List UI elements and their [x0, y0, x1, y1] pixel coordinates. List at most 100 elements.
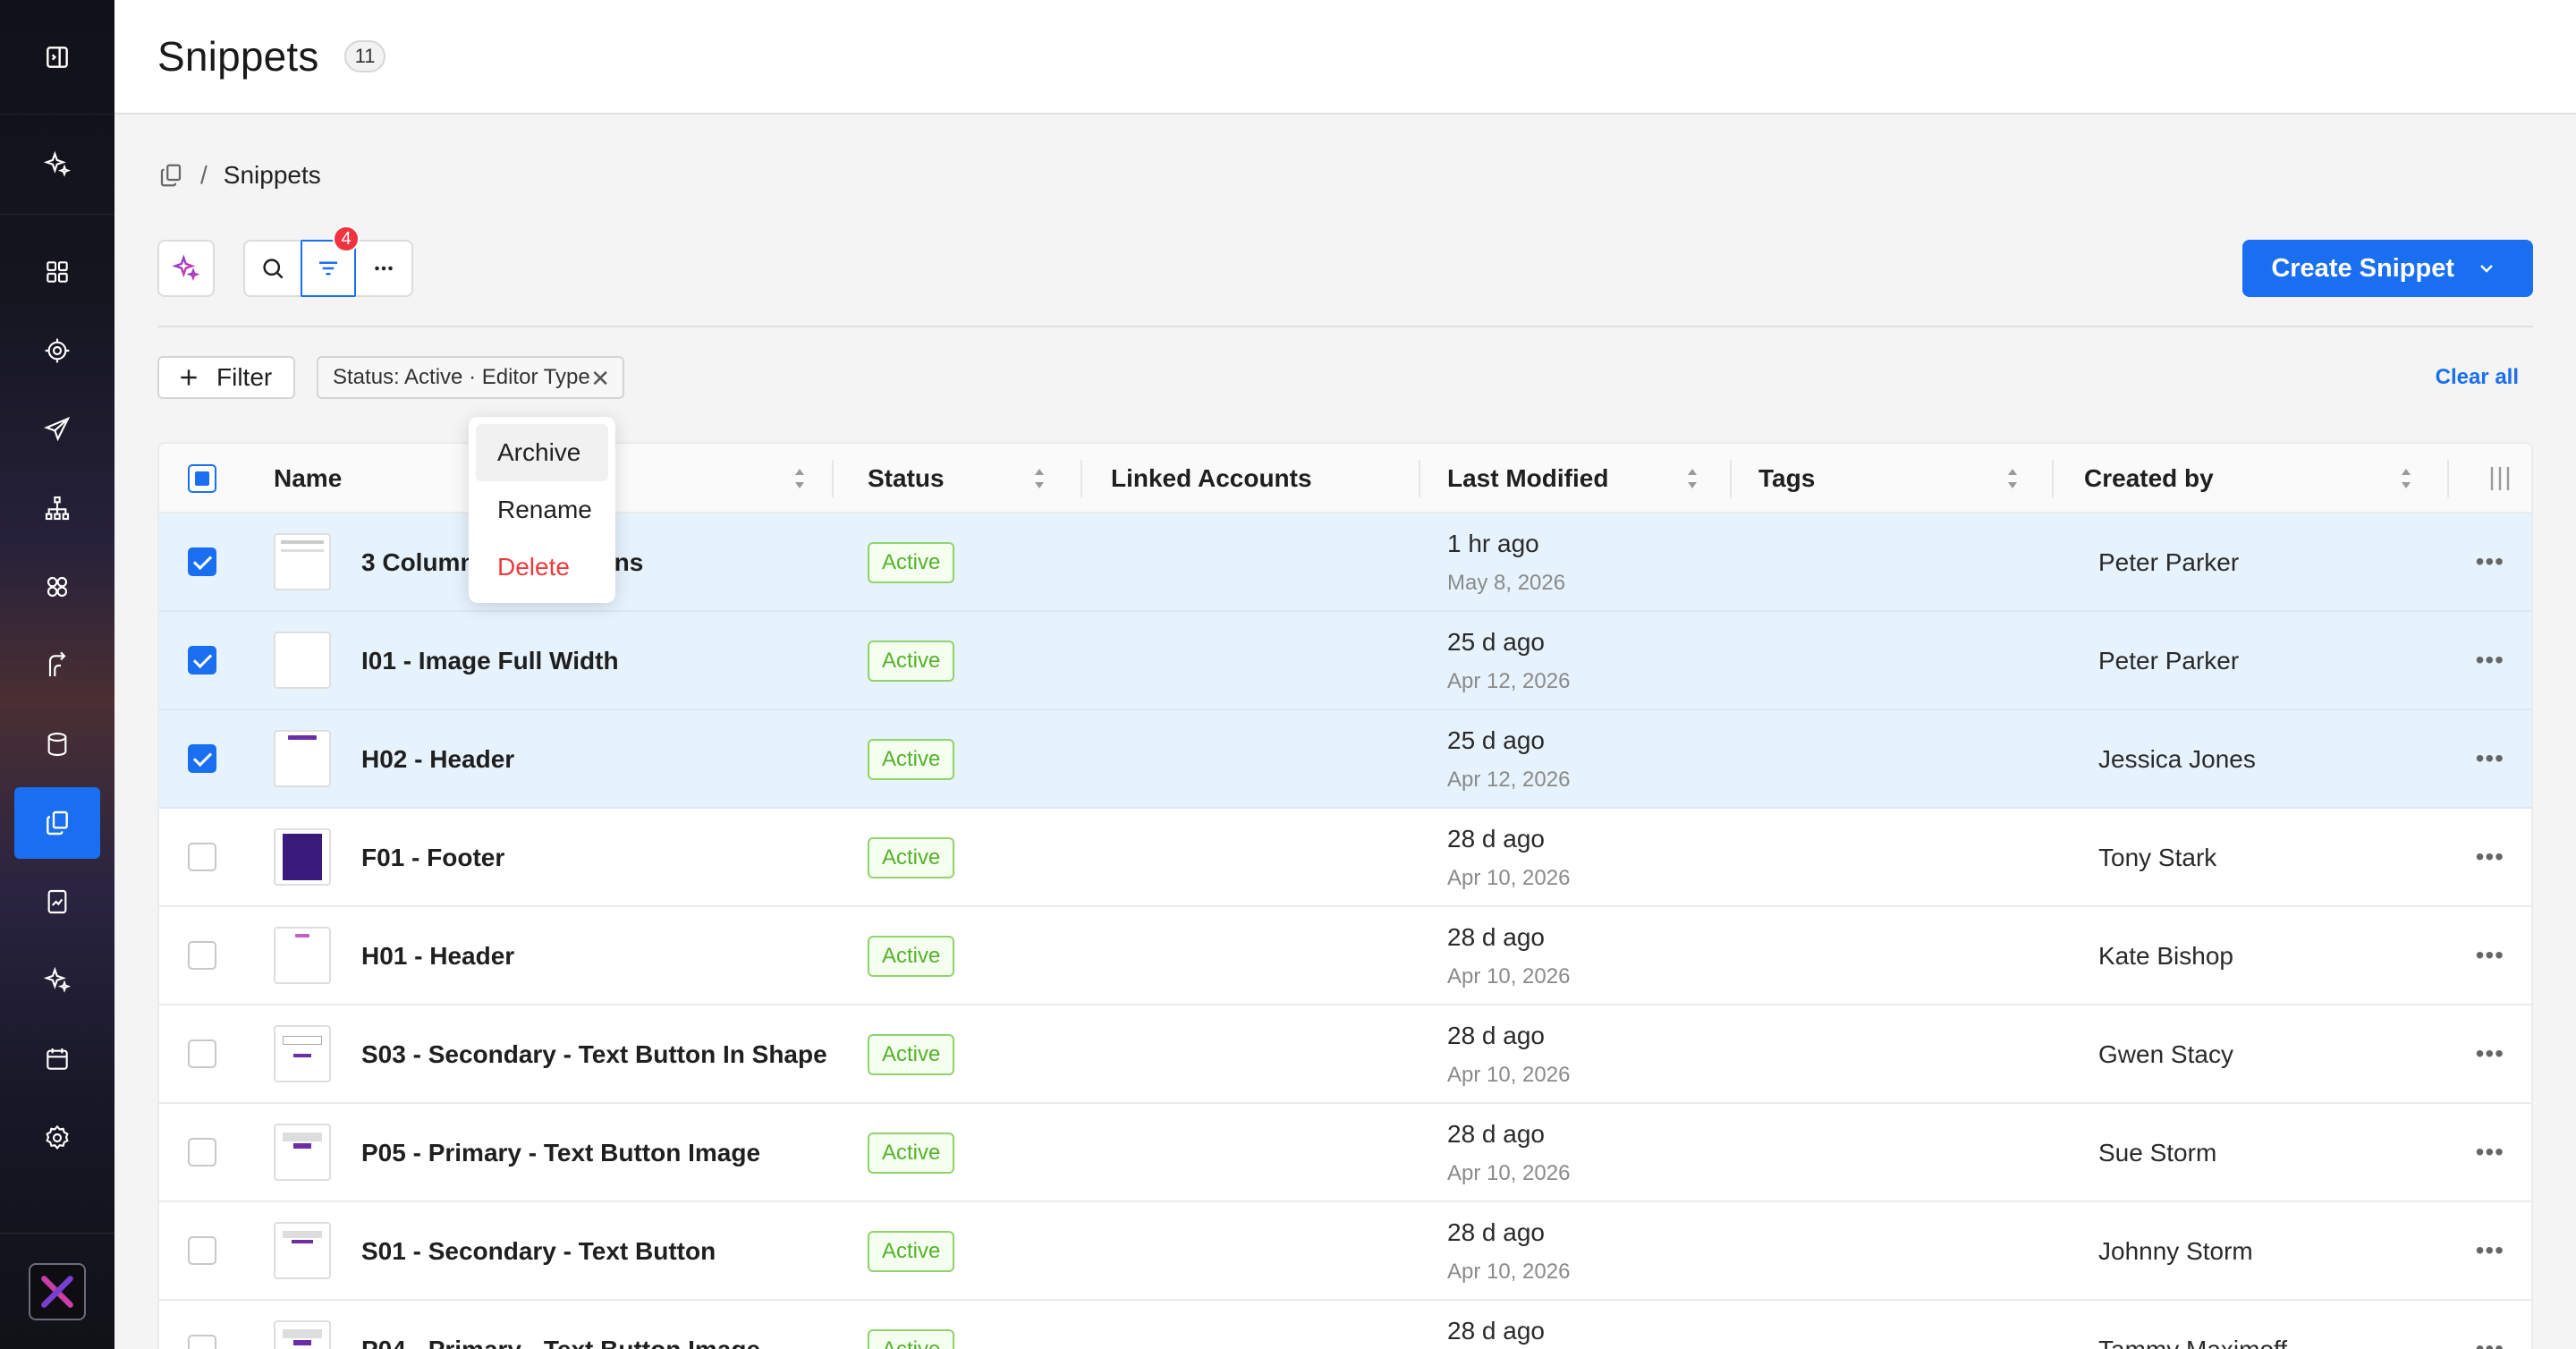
table-row[interactable]: F01 - Footer Active 28 d ago Apr 10, 202… [159, 809, 2531, 907]
row-more-icon[interactable]: ••• [2476, 1138, 2504, 1167]
ai-assist-button[interactable] [157, 240, 215, 297]
settings-icon [46, 1124, 69, 1150]
sort-icon[interactable] [2005, 465, 2020, 492]
created-by: Tammy Maximoff [2098, 1301, 2287, 1349]
snippet-name[interactable]: H01 - Header [361, 907, 514, 1005]
sort-icon[interactable] [792, 465, 807, 492]
row-checkbox[interactable] [188, 1335, 216, 1349]
row-checkbox[interactable] [188, 843, 216, 871]
sidebar-item-snippets[interactable] [14, 787, 100, 859]
table-row[interactable]: S01 - Secondary - Text Button Active 28 … [159, 1202, 2531, 1301]
active-filter-chip[interactable]: Status: Active · Editor Type ✕ [317, 356, 624, 399]
sidebar-item-campaigns[interactable] [14, 394, 100, 465]
column-header-created-by[interactable]: Created by [2084, 444, 2214, 513]
sidebar-collapse-button[interactable] [0, 0, 114, 115]
snippets-icon[interactable] [157, 162, 184, 189]
brand-logo[interactable] [29, 1262, 86, 1320]
journey-icon [48, 651, 66, 676]
column-header-last-modified[interactable]: Last Modified [1447, 444, 1608, 513]
column-divider [1419, 460, 1420, 497]
table-row[interactable]: S03 - Secondary - Text Button In Shape A… [159, 1005, 2531, 1104]
row-checkbox[interactable] [188, 1039, 216, 1068]
target-icon [45, 338, 70, 363]
column-header-status[interactable]: Status [868, 444, 945, 513]
table-row[interactable]: I01 - Image Full Width Active 25 d ago A… [159, 612, 2531, 710]
breadcrumb-separator: / [200, 161, 208, 189]
sidebar-item-calendar[interactable] [14, 1023, 100, 1095]
clear-all-link[interactable]: Clear all [2436, 365, 2519, 390]
add-filter-button[interactable]: Filter [157, 356, 296, 399]
table-row[interactable]: H02 - Header Active 25 d ago Apr 12, 202… [159, 710, 2531, 809]
row-more-icon[interactable]: ••• [2476, 941, 2504, 970]
snippet-thumbnail[interactable] [274, 632, 331, 689]
snippets-icon [47, 810, 68, 836]
column-header-linked-accounts[interactable]: Linked Accounts [1111, 444, 1312, 513]
row-checkbox[interactable] [188, 547, 216, 576]
row-more-icon[interactable]: ••• [2476, 843, 2504, 871]
table-row[interactable]: P04 - Primary - Text Button Image Active… [159, 1301, 2531, 1349]
row-more-icon[interactable]: ••• [2476, 646, 2504, 674]
status-badge: Active [868, 1133, 955, 1174]
more-actions-button[interactable] [356, 242, 411, 295]
sidebar-item-reports[interactable] [14, 866, 100, 938]
row-checkbox[interactable] [188, 1138, 216, 1167]
snippet-name[interactable]: S03 - Secondary - Text Button In Shape [361, 1005, 827, 1104]
create-snippet-button[interactable]: Create Snippet [2242, 240, 2533, 297]
sidebar-item-ai[interactable] [14, 945, 100, 1016]
snippet-thumbnail[interactable] [274, 1320, 331, 1349]
sidebar-item-targeting[interactable] [14, 315, 100, 386]
filter-row: Filter Status: Active · Editor Type ✕ Cl… [157, 356, 2533, 399]
sidebar-item-settings[interactable] [14, 1102, 100, 1174]
column-header-name[interactable]: Name [274, 444, 342, 513]
snippet-name[interactable]: P05 - Primary - Text Button Image [361, 1104, 760, 1202]
snippet-thumbnail[interactable] [274, 1222, 331, 1279]
sidebar-item-journeys[interactable] [14, 630, 100, 701]
column-header-tags[interactable]: Tags [1758, 444, 1815, 513]
row-more-icon[interactable]: ••• [2476, 547, 2504, 576]
snippet-name[interactable]: H02 - Header [361, 710, 514, 809]
row-more-icon[interactable]: ••• [2476, 1335, 2504, 1349]
status-badge: Active [868, 739, 955, 780]
sidebar-item-hierarchy[interactable] [14, 472, 100, 544]
sort-icon[interactable] [1685, 465, 1699, 492]
snippet-thumbnail[interactable] [274, 927, 331, 984]
sidebar-item-apps[interactable] [14, 551, 100, 623]
row-checkbox[interactable] [188, 941, 216, 970]
row-more-icon[interactable]: ••• [2476, 744, 2504, 773]
row-checkbox[interactable] [188, 744, 216, 773]
sidebar-item-data[interactable] [14, 708, 100, 780]
table-row[interactable]: P05 - Primary - Text Button Image Active… [159, 1104, 2531, 1202]
snippet-name[interactable]: F01 - Footer [361, 809, 504, 907]
menu-item-rename[interactable]: Rename [476, 481, 608, 539]
column-divider [1080, 460, 1082, 497]
menu-item-delete[interactable]: Delete [476, 539, 608, 596]
select-all-checkbox[interactable] [188, 464, 216, 493]
row-more-icon[interactable]: ••• [2476, 1236, 2504, 1265]
sidebar-item-dashboard[interactable] [14, 236, 100, 308]
menu-item-archive[interactable]: Archive [476, 424, 608, 481]
row-more-icon[interactable]: ••• [2476, 1039, 2504, 1068]
status-badge: Active [868, 1329, 955, 1349]
row-checkbox[interactable] [188, 1236, 216, 1265]
snippet-name[interactable]: P04 - Primary - Text Button Image [361, 1301, 760, 1349]
snippet-thumbnail[interactable] [274, 1025, 331, 1082]
sidebar-ai-button[interactable] [0, 115, 114, 215]
page-header: Snippets 11 [114, 0, 2576, 115]
snippet-thumbnail[interactable] [274, 730, 331, 787]
snippet-thumbnail[interactable] [274, 1124, 331, 1181]
snippet-thumbnail[interactable] [274, 533, 331, 590]
snippet-thumbnail[interactable] [274, 828, 331, 886]
table-row[interactable]: H01 - Header Active 28 d ago Apr 10, 202… [159, 907, 2531, 1005]
created-by: Gwen Stacy [2098, 1040, 2233, 1068]
filter-toggle-button[interactable]: 4 [301, 225, 360, 297]
search-button[interactable] [245, 242, 301, 295]
snippet-name[interactable]: S01 - Secondary - Text Button [361, 1202, 716, 1301]
sort-icon[interactable] [1032, 465, 1046, 492]
last-modified-date: Apr 10, 2026 [1447, 1063, 1571, 1087]
close-icon[interactable]: ✕ [590, 365, 610, 393]
row-checkbox[interactable] [188, 646, 216, 674]
last-modified-relative: 28 d ago [1447, 1022, 1545, 1049]
snippet-name[interactable]: I01 - Image Full Width [361, 612, 619, 710]
columns-settings-icon[interactable] [2487, 463, 2513, 494]
sort-icon[interactable] [2399, 465, 2413, 492]
